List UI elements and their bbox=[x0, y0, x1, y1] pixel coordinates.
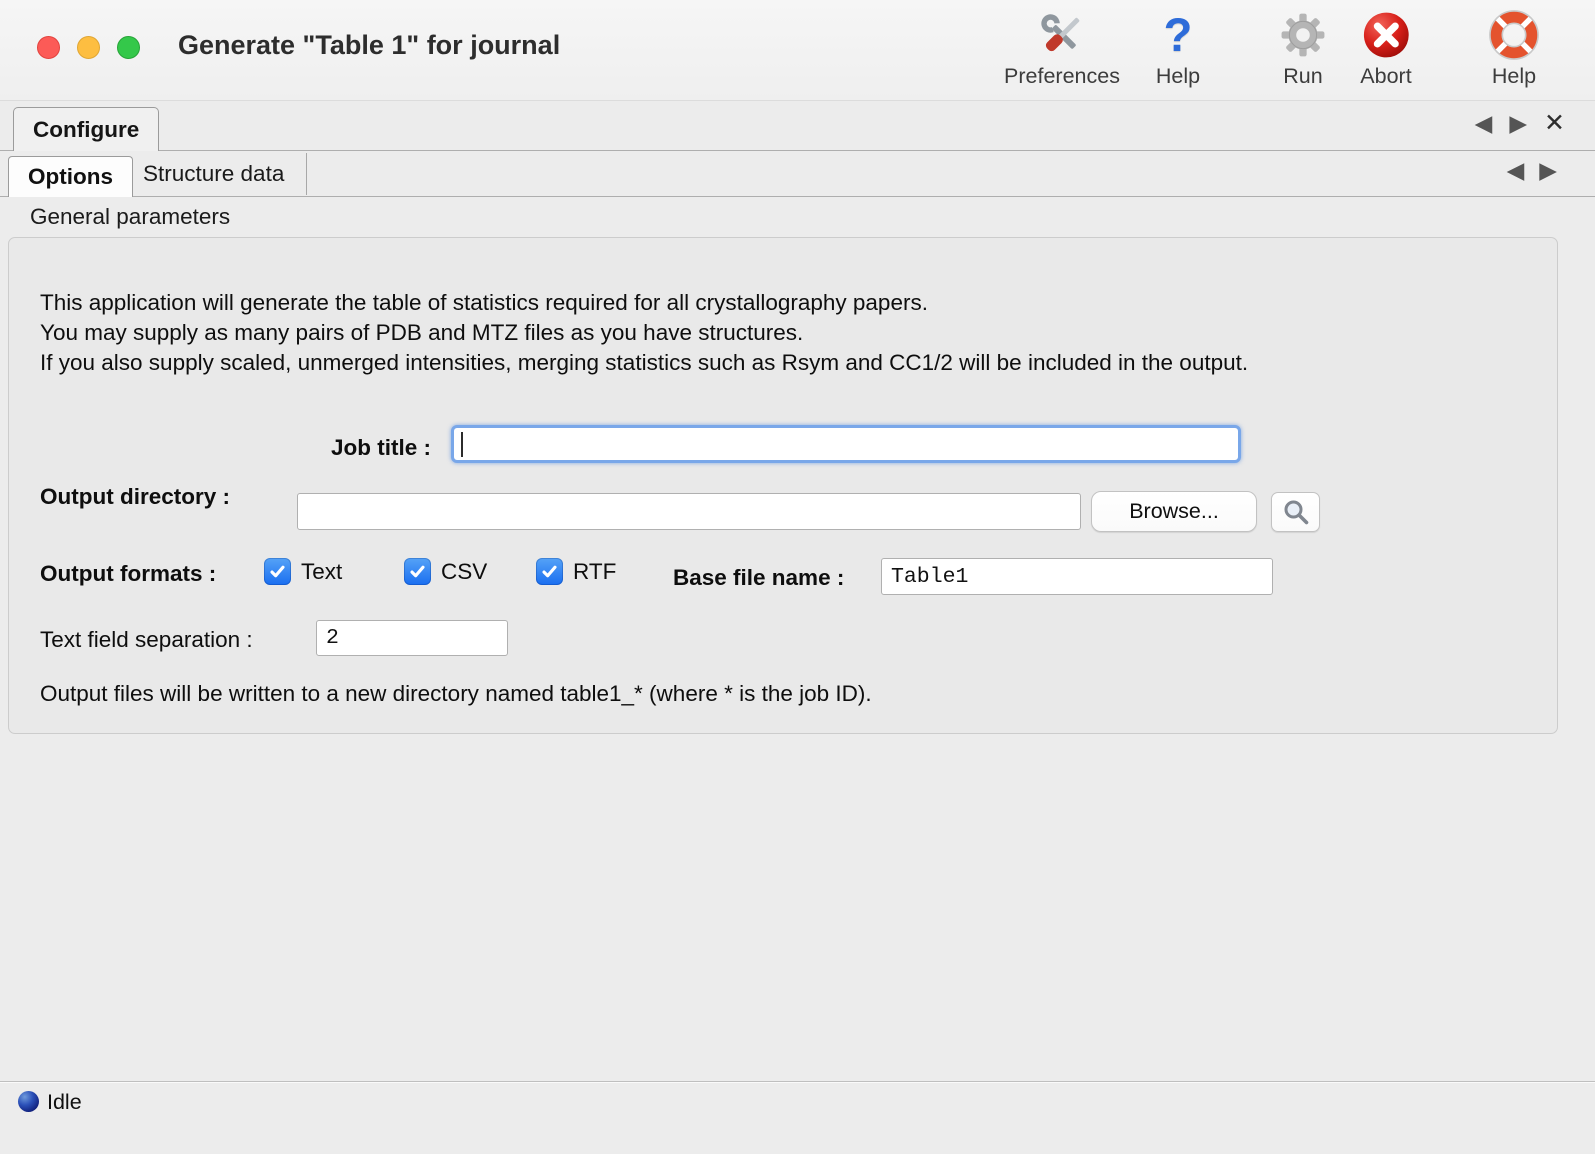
base-file-name-label: Base file name : bbox=[673, 565, 844, 591]
help2-label: Help bbox=[1492, 64, 1536, 89]
help-label: Help bbox=[1156, 64, 1200, 89]
description-line-1: This application will generate the table… bbox=[40, 288, 1248, 318]
text-field-separation-label: Text field separation : bbox=[40, 627, 253, 653]
configure-tab-row: Configure ◀ ▶ ✕ bbox=[0, 100, 1595, 151]
tab-nav-controls-2: ◀ ▶ bbox=[1507, 159, 1557, 182]
output-directory-input[interactable] bbox=[297, 493, 1081, 530]
tab-structure-data[interactable]: Structure data bbox=[121, 153, 307, 195]
text-checkbox[interactable] bbox=[264, 558, 291, 585]
run-label: Run bbox=[1283, 64, 1322, 89]
tab-close-icon[interactable]: ✕ bbox=[1544, 111, 1565, 136]
job-title-input[interactable] bbox=[451, 425, 1241, 463]
general-parameters-panel: This application will generate the table… bbox=[8, 237, 1558, 734]
format-text-option: Text bbox=[264, 558, 342, 585]
description-line-2: You may supply as many pairs of PDB and … bbox=[40, 318, 1248, 348]
description-text: This application will generate the table… bbox=[40, 288, 1248, 378]
output-note: Output files will be written to a new di… bbox=[40, 681, 872, 707]
subtab-forward-icon[interactable]: ▶ bbox=[1539, 159, 1557, 182]
tab-back-icon[interactable]: ◀ bbox=[1475, 112, 1493, 135]
text-caret bbox=[461, 432, 463, 457]
close-window-button[interactable] bbox=[37, 36, 60, 59]
csv-checkbox[interactable] bbox=[404, 558, 431, 585]
csv-checkbox-label[interactable]: CSV bbox=[441, 559, 487, 585]
text-field-separation-input[interactable] bbox=[316, 620, 508, 656]
subtab-back-icon[interactable]: ◀ bbox=[1507, 159, 1525, 182]
options-tab-row: Options Structure data ◀ ▶ bbox=[0, 150, 1595, 197]
base-file-name-input[interactable] bbox=[881, 558, 1273, 595]
tab-nav-controls-1: ◀ ▶ ✕ bbox=[1475, 111, 1565, 136]
tab-forward-icon[interactable]: ▶ bbox=[1509, 112, 1527, 135]
lifebuoy-icon bbox=[1488, 9, 1540, 61]
abort-label: Abort bbox=[1360, 64, 1411, 89]
window-title: Generate "Table 1" for journal bbox=[178, 30, 560, 61]
abort-icon bbox=[1361, 9, 1411, 61]
search-icon bbox=[1281, 497, 1311, 527]
title-bar: Generate "Table 1" for journal Preferenc… bbox=[0, 0, 1595, 101]
help-icon: ? bbox=[1164, 9, 1193, 61]
tab-configure[interactable]: Configure bbox=[13, 107, 159, 151]
rtf-checkbox-label[interactable]: RTF bbox=[573, 559, 616, 585]
preferences-button[interactable]: Preferences bbox=[1004, 9, 1120, 89]
zoom-window-button[interactable] bbox=[117, 36, 140, 59]
preferences-label: Preferences bbox=[1004, 64, 1120, 89]
rtf-checkbox[interactable] bbox=[536, 558, 563, 585]
run-gear-icon bbox=[1280, 9, 1326, 61]
description-line-3: If you also supply scaled, unmerged inte… bbox=[40, 348, 1248, 378]
tab-options[interactable]: Options bbox=[8, 156, 133, 197]
job-title-label: Job title : bbox=[9, 435, 431, 461]
traffic-lights bbox=[37, 36, 140, 59]
format-csv-option: CSV bbox=[404, 558, 487, 585]
search-directory-button[interactable] bbox=[1271, 492, 1320, 532]
format-rtf-option: RTF bbox=[536, 558, 616, 585]
status-text: Idle bbox=[47, 1090, 82, 1115]
help-button[interactable]: ? Help bbox=[1156, 9, 1200, 89]
status-bar: Idle bbox=[0, 1081, 1595, 1154]
run-button[interactable]: Run bbox=[1280, 9, 1326, 89]
browse-button[interactable]: Browse... bbox=[1091, 491, 1257, 532]
section-title: General parameters bbox=[30, 204, 230, 230]
help-lifebuoy-button[interactable]: Help bbox=[1488, 9, 1540, 89]
minimize-window-button[interactable] bbox=[77, 36, 100, 59]
status-indicator-icon bbox=[18, 1091, 39, 1112]
output-directory-label: Output directory : bbox=[40, 484, 230, 510]
output-formats-label: Output formats : bbox=[40, 561, 216, 587]
abort-button[interactable]: Abort bbox=[1360, 9, 1411, 89]
preferences-icon bbox=[1036, 9, 1088, 61]
text-checkbox-label[interactable]: Text bbox=[301, 559, 342, 585]
